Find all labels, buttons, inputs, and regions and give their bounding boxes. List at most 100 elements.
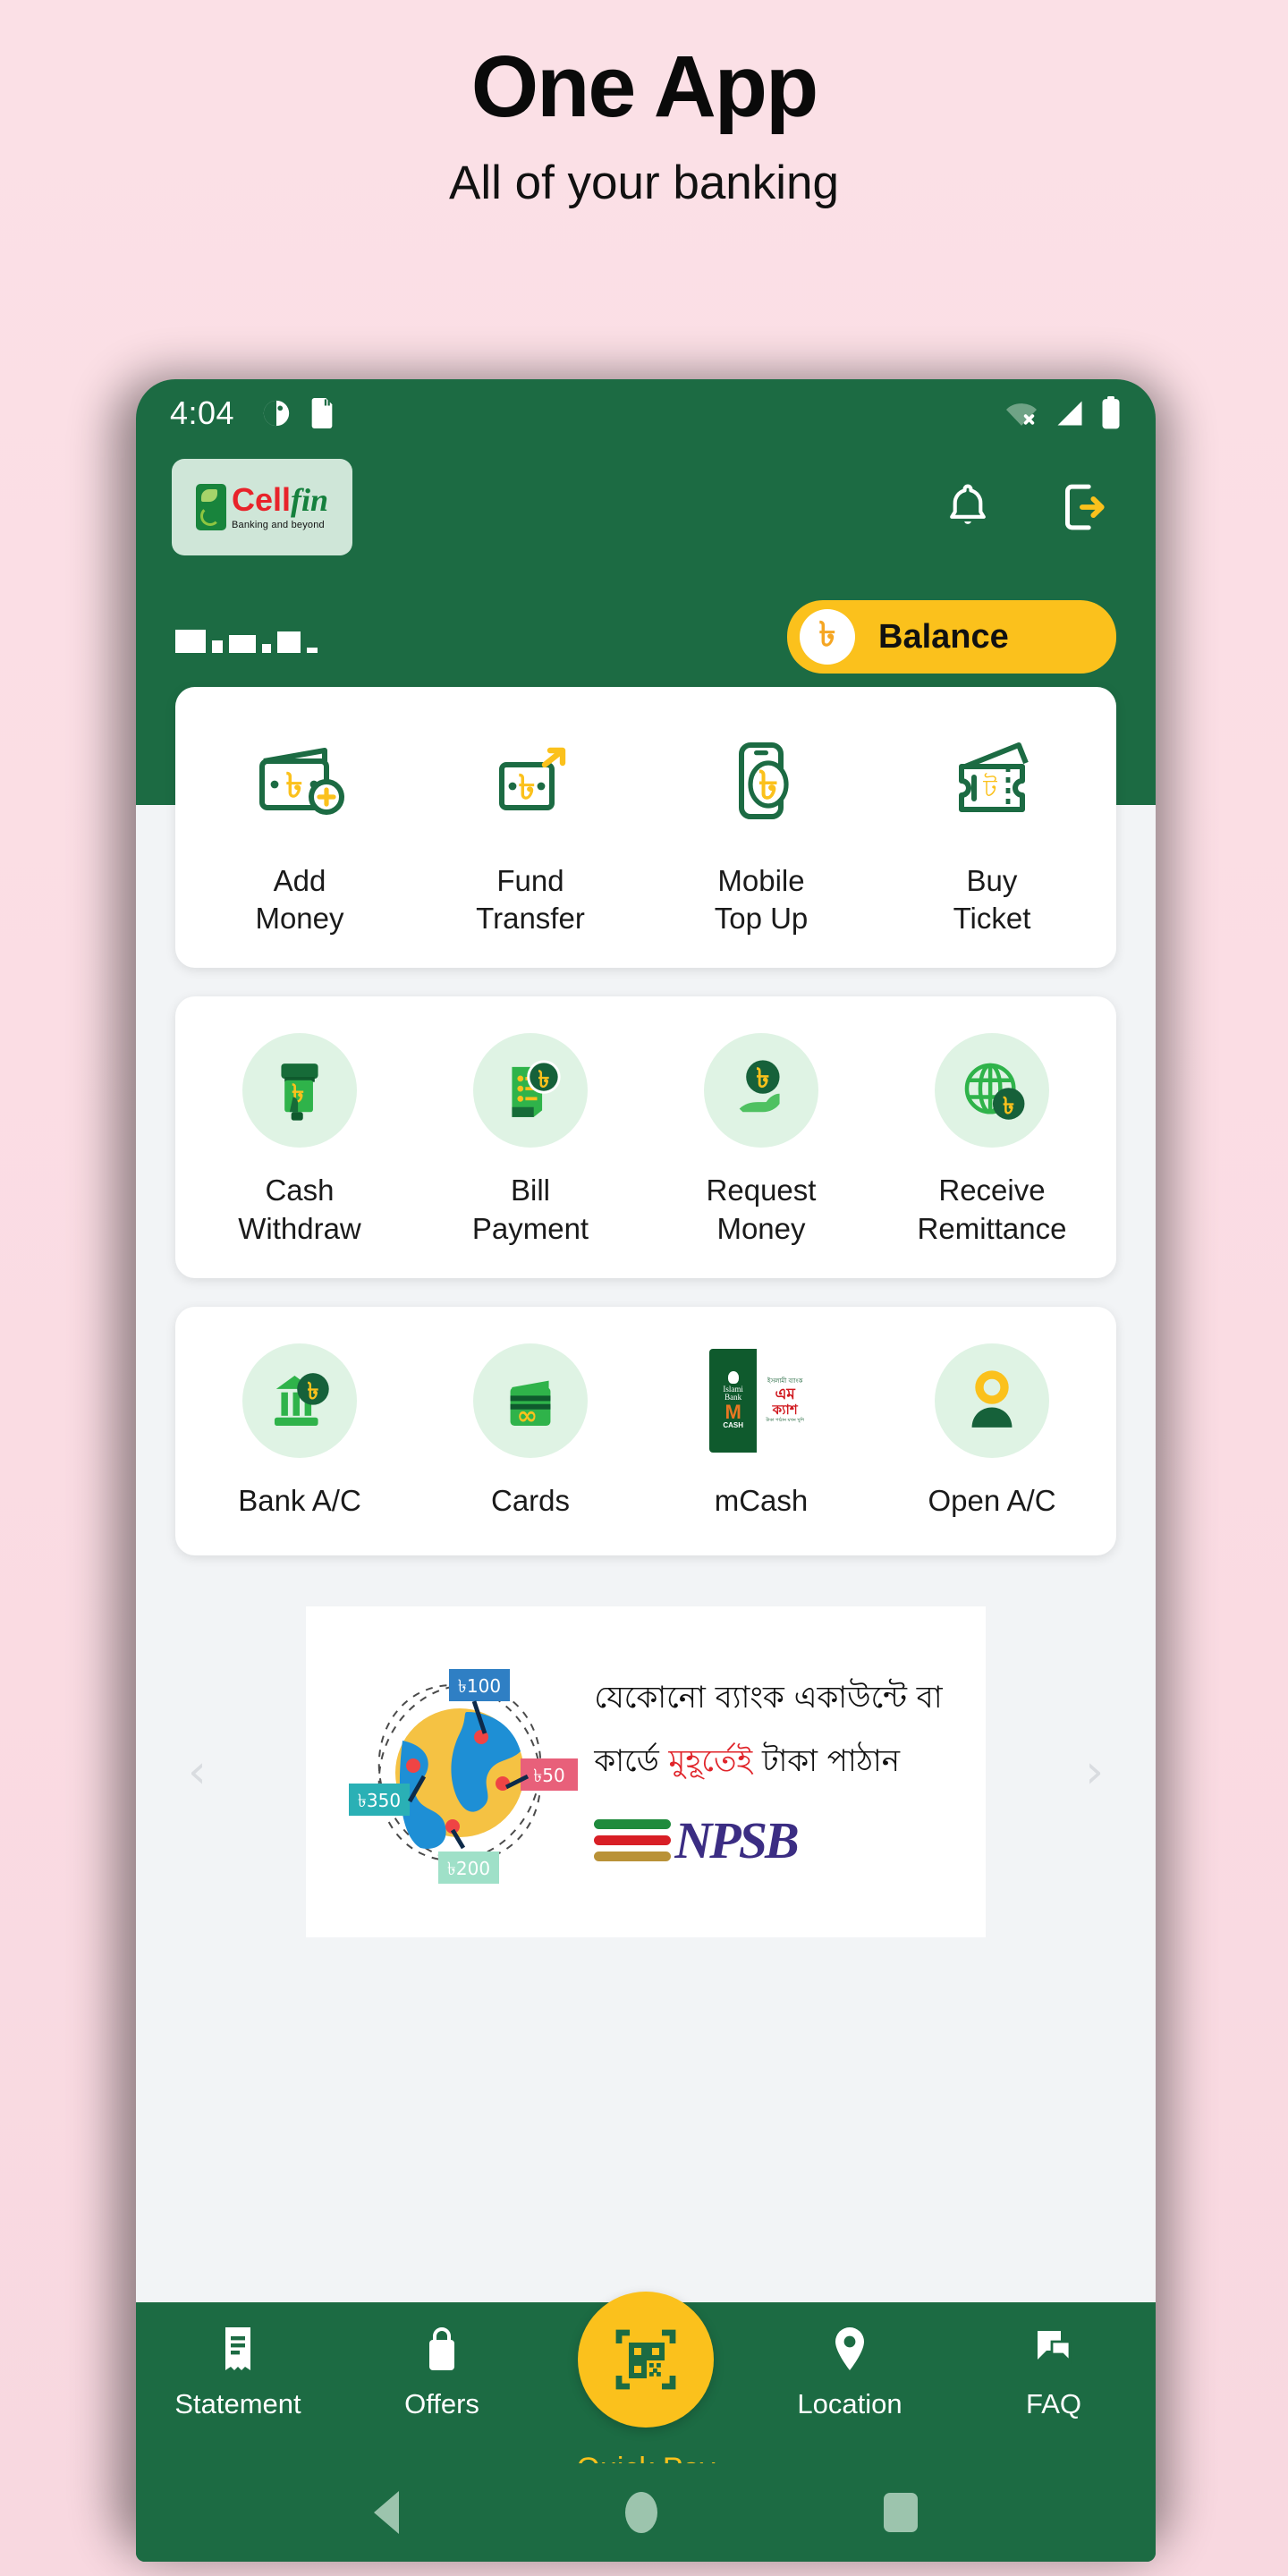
nav-offers[interactable]: Offers xyxy=(340,2324,544,2420)
statement-receipt-icon xyxy=(225,2327,250,2370)
cellular-signal-icon xyxy=(1057,401,1082,426)
quick-pay-fab[interactable] xyxy=(578,2292,714,2428)
services-card-1: ৳ Add Money ৳ Fund Transfer ৳ Mobile Top… xyxy=(175,687,1116,969)
logo-card-icon xyxy=(195,484,226,530)
sd-card-icon xyxy=(311,398,333,428)
status-right-icons xyxy=(1004,396,1122,430)
app-bar: Cellfin Banking and beyond xyxy=(136,447,1156,562)
logout-icon[interactable] xyxy=(1061,479,1109,535)
nav-label: Location xyxy=(797,2388,902,2419)
ticket-icon: ট xyxy=(942,723,1042,839)
mobile-topup-icon: ৳ xyxy=(711,723,811,839)
npsb-wordmark: NPSB xyxy=(674,1810,799,1869)
banner-line-1: যেকোনো ব্যাংক একাউন্টে বা xyxy=(594,1679,943,1716)
home-scroll-body[interactable]: ৳ Add Money ৳ Fund Transfer ৳ Mobile Top… xyxy=(136,687,1156,2377)
service-label: Add Money xyxy=(255,864,344,936)
svg-text:৳200: ৳200 xyxy=(447,1858,490,1879)
carousel-prev-icon[interactable]: ‹ xyxy=(188,1745,207,1799)
service-request-money[interactable]: ৳ Request Money xyxy=(646,1032,877,1247)
service-cards[interactable]: ∞ Cards xyxy=(415,1343,646,1520)
service-label: Open A/C xyxy=(928,1483,1056,1517)
logo-wordmark: Cellfin Banking and beyond xyxy=(232,484,328,530)
wifi-off-icon xyxy=(1006,403,1037,426)
service-add-money[interactable]: ৳ Add Money xyxy=(184,723,415,937)
logo-tagline: Banking and beyond xyxy=(231,520,325,530)
services-row-2: ৳ Cash Withdraw ৳ Bill Payment ৳ Request… xyxy=(184,1032,1107,1247)
svg-text:৳100: ৳100 xyxy=(458,1675,501,1697)
svg-text:৳: ৳ xyxy=(519,767,536,807)
page-subtitle: All of your banking xyxy=(448,156,840,209)
nav-statement[interactable]: Statement xyxy=(136,2324,340,2420)
recents-square-icon[interactable] xyxy=(883,2493,918,2532)
svg-text:∞: ∞ xyxy=(517,1401,538,1430)
logo-cell-text: Cell xyxy=(231,481,291,518)
service-mcash[interactable]: Islami Bank M CASH ইসলামী ব্যাংক এম ক্যা… xyxy=(646,1343,877,1520)
globe-graphic: ৳100 ৳50 ৳350 ৳200 xyxy=(349,1669,579,1885)
svg-text:৳: ৳ xyxy=(758,763,778,809)
home-circle-icon[interactable] xyxy=(624,2492,657,2533)
service-buy-ticket[interactable]: ট Buy Ticket xyxy=(877,723,1107,937)
atm-cash-withdraw-icon: ৳ xyxy=(242,1032,357,1148)
svg-text:৳: ৳ xyxy=(538,1067,549,1094)
cellfin-logo[interactable]: Cellfin Banking and beyond xyxy=(172,459,352,555)
services-row-1: ৳ Add Money ৳ Fund Transfer ৳ Mobile Top… xyxy=(184,723,1107,937)
status-bar: 4:04 xyxy=(136,379,1156,447)
nav-label: Statement xyxy=(174,2388,301,2419)
nav-location[interactable]: Location xyxy=(748,2324,952,2420)
status-time: 4:04 xyxy=(170,394,235,431)
banner-line2-part2: টাকা পাঠান xyxy=(752,1742,901,1779)
svg-text:৳: ৳ xyxy=(286,766,303,805)
android-navigation-bar xyxy=(136,2463,1156,2562)
phone-frame: 4:04 Cellfin Banking and beyond ৳ Balanc… xyxy=(136,379,1156,2562)
service-label: Bill Payment xyxy=(471,1174,589,1245)
back-triangle-icon[interactable] xyxy=(374,2491,400,2534)
bell-icon[interactable] xyxy=(945,481,991,533)
service-label: Cards xyxy=(490,1483,571,1517)
service-cash-withdraw[interactable]: ৳ Cash Withdraw xyxy=(184,1032,415,1247)
balance-label: Balance xyxy=(878,617,1009,656)
svg-text:৳350: ৳350 xyxy=(358,1790,401,1811)
wallet-add-money-icon: ৳ xyxy=(250,723,350,839)
service-label: mCash xyxy=(714,1483,809,1517)
services-row-3: ৳ Bank A/C ∞ Cards Islami Bank M CASH ইস… xyxy=(184,1343,1107,1520)
balance-button[interactable]: ৳ Balance xyxy=(787,600,1116,674)
taka-symbol-icon: ৳ xyxy=(800,609,855,665)
svg-text:ট: ট xyxy=(982,773,997,803)
app-bar-actions xyxy=(945,479,1120,535)
do-not-disturb-icon xyxy=(263,400,290,427)
promo-banner-slide[interactable]: ৳100 ৳50 ৳350 ৳200 যেকোনো ব্যাংক একাউন্ট… xyxy=(306,1606,986,1938)
nav-label: FAQ xyxy=(1025,2388,1081,2419)
service-label: Buy Ticket xyxy=(953,864,1031,936)
status-left-icons xyxy=(261,398,335,428)
service-label: Fund Transfer xyxy=(476,864,585,936)
service-receive-remittance[interactable]: ৳ Receive Remittance xyxy=(877,1032,1107,1247)
mcash-logo-icon: Islami Bank M CASH ইসলামী ব্যাংক এম ক্যা… xyxy=(709,1343,813,1459)
banner-line2-part1: কার্ডে xyxy=(594,1742,669,1779)
banner-text-block: যেকোনো ব্যাংক একাউন্টে বা কার্ডে মুহূর্ত… xyxy=(594,1674,943,1870)
request-money-hand-icon: ৳ xyxy=(704,1032,818,1148)
battery-full-icon xyxy=(1102,396,1120,429)
banner-line-2: কার্ডে মুহূর্তেই টাকা পাঠান xyxy=(594,1738,900,1789)
service-bank-account[interactable]: ৳ Bank A/C xyxy=(184,1343,415,1520)
open-account-person-icon xyxy=(935,1343,1049,1459)
promo-carousel[interactable]: ‹ › ৳100 ৳50 ৳350 ৳200 যেকোনো ব্যাংক একা… xyxy=(175,1584,1116,1961)
service-mobile-topup[interactable]: ৳ Mobile Top Up xyxy=(646,723,877,937)
nav-faq[interactable]: FAQ xyxy=(952,2324,1156,2420)
service-fund-transfer[interactable]: ৳ Fund Transfer xyxy=(415,723,646,937)
service-open-account[interactable]: Open A/C xyxy=(877,1343,1107,1520)
svg-text:৳: ৳ xyxy=(1003,1094,1014,1121)
promo-header: One App All of your banking xyxy=(0,0,1288,210)
bill-payment-icon: ৳ xyxy=(473,1032,588,1148)
npsb-logo: NPSB xyxy=(594,1810,800,1870)
globe-remittance-icon: ৳ xyxy=(935,1032,1049,1148)
svg-text:৳: ৳ xyxy=(756,1063,769,1095)
svg-text:৳: ৳ xyxy=(307,1378,318,1405)
page-title: One App xyxy=(470,38,819,135)
service-label: Request Money xyxy=(706,1174,817,1245)
money-transfer-arrow-icon: ৳ xyxy=(480,723,580,839)
service-label: Receive Remittance xyxy=(917,1174,1067,1245)
service-bill-payment[interactable]: ৳ Bill Payment xyxy=(415,1032,646,1247)
offers-bag-icon xyxy=(429,2327,454,2370)
service-label: Cash Withdraw xyxy=(238,1174,361,1245)
carousel-next-icon[interactable]: › xyxy=(1085,1745,1104,1799)
